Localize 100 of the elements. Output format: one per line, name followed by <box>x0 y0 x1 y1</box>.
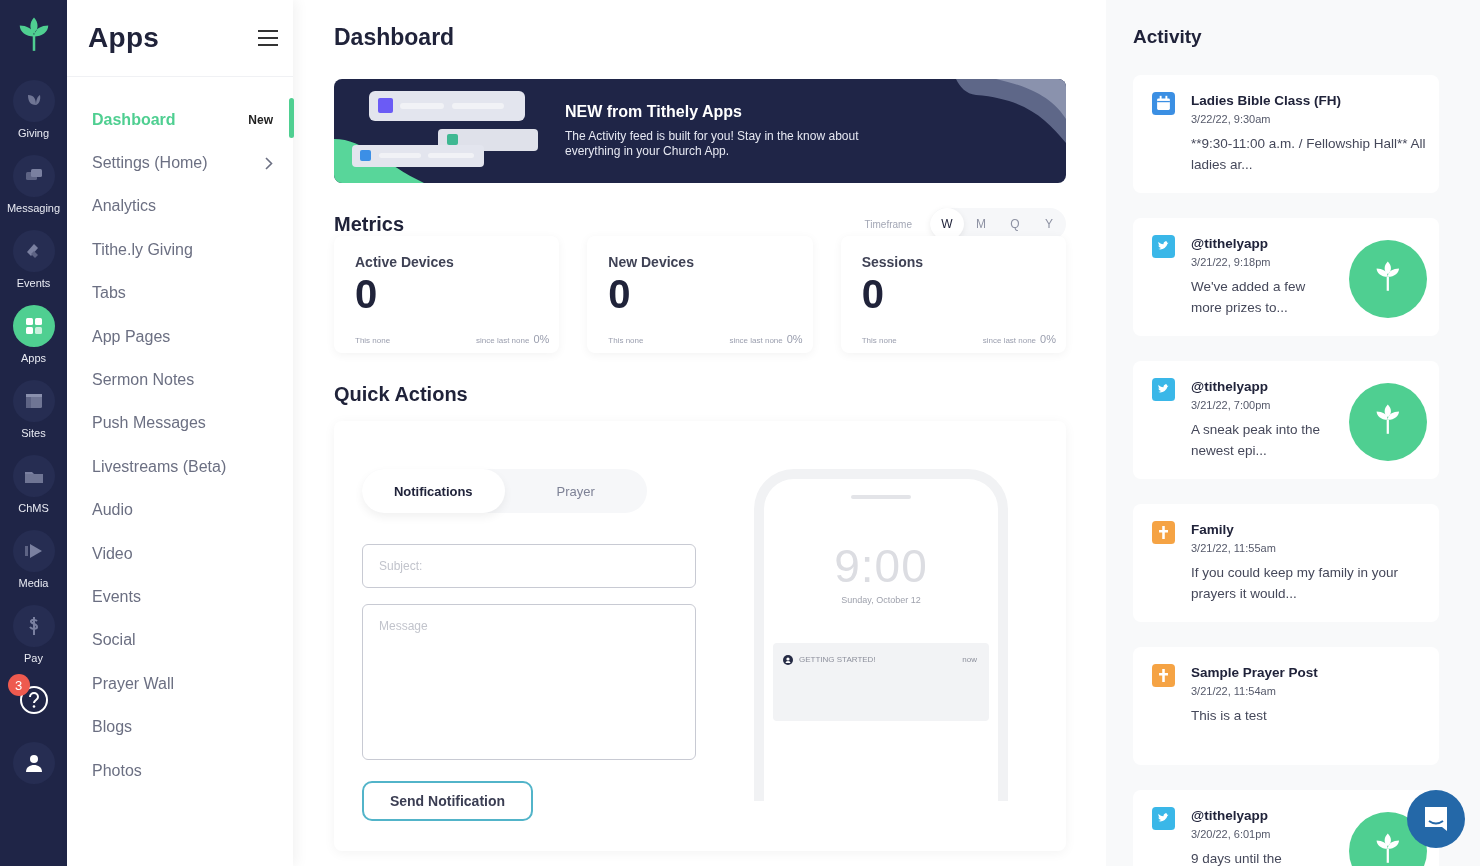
activity-card[interactable]: @tithelyapp 3/21/22, 7:00pm A sneak peak into the newest epi... <box>1133 361 1439 479</box>
period-tab[interactable]: Y <box>1032 208 1066 240</box>
rail-item[interactable]: Messaging <box>0 155 67 214</box>
rail-item[interactable]: Media <box>0 530 67 589</box>
section-title: Metrics <box>334 212 405 236</box>
rail-item[interactable]: Apps <box>0 305 67 364</box>
menu-item[interactable]: Prayer Wall <box>67 662 293 706</box>
notification-badge: 3 <box>7 674 30 696</box>
metric-value: 0 <box>355 272 379 316</box>
leaf-avatar-icon <box>1349 383 1427 461</box>
menu-item-label: Audio <box>92 501 133 520</box>
activity-title: @tithelyapp <box>1191 379 1269 394</box>
activity-text: 9 days until the <box>1191 850 1283 866</box>
activity-title: @tithelyapp <box>1191 808 1269 823</box>
menu-item-label: Blogs <box>92 718 133 737</box>
panel-title: Apps <box>88 22 160 54</box>
activity-date: 3/21/22, 7:00pm <box>1191 399 1272 411</box>
comparison-note: since last none <box>729 336 783 345</box>
activity-text: If you could keep my family in your prayers it would... <box>1191 564 1400 603</box>
menu-item[interactable]: Tabs <box>67 271 293 315</box>
menu-item-label: Push Messages <box>92 414 206 433</box>
rail-item[interactable]: Pay <box>0 605 67 664</box>
tab[interactable]: Prayer <box>504 469 647 513</box>
page-title: Dashboard <box>334 23 456 52</box>
activity-text: This is a test <box>1191 707 1268 725</box>
rail-item[interactable]: Giving <box>0 80 67 139</box>
app-icon <box>783 655 793 665</box>
activity-title: Ladies Bible Class (FH) <box>1191 93 1343 108</box>
activity-card[interactable]: Sample Prayer Post 3/21/22, 11:54am This is a test <box>1133 647 1439 765</box>
metric-label: Sessions <box>861 254 925 270</box>
tab[interactable]: Notifications <box>362 469 505 513</box>
menu-item[interactable]: Dashboard New <box>67 98 293 142</box>
activity-date: 3/22/22, 9:30am <box>1191 113 1272 125</box>
activity-text: A sneak peak into the newest epi... <box>1191 421 1322 460</box>
period-note: This none <box>355 336 391 345</box>
menu-item[interactable]: Analytics <box>67 184 293 229</box>
rail-item[interactable]: ChMS <box>0 455 67 514</box>
menu-item-label: Sermon Notes <box>92 371 195 390</box>
menu-item-label: Livestreams (Beta) <box>92 457 227 476</box>
menu-item[interactable]: Tithe.ly Giving <box>67 228 293 272</box>
activity-date: 3/20/22, 6:01pm <box>1191 828 1272 840</box>
activity-text: **9:30-11:00 a.m. / Fellowship Hall** All ladies ar... <box>1191 135 1427 174</box>
activity-title: @tithelyapp <box>1191 236 1269 251</box>
metric-value: 0 <box>861 272 885 316</box>
metric-label: New Devices <box>608 254 695 270</box>
activity-card[interactable]: Ladies Bible Class (FH) 3/22/22, 9:30am **9:30-11:00 a.m. / Fellowship Hall** All ladies ar... <box>1133 75 1439 193</box>
menu-item-label: Analytics <box>92 197 157 216</box>
help-icon[interactable] <box>26 692 41 708</box>
menu-item[interactable]: Settings (Home) <box>67 141 293 185</box>
period-note: This none <box>861 336 897 345</box>
menu-item[interactable]: Sermon Notes <box>67 358 293 402</box>
user-icon[interactable] <box>23 753 44 773</box>
message-field[interactable]: Message <box>362 604 696 760</box>
rail-item[interactable]: Events <box>0 230 67 289</box>
menu-item-label: Photos <box>92 761 142 780</box>
menu-item[interactable]: Events <box>67 575 293 619</box>
activity-date: 3/21/22, 11:54am <box>1191 685 1277 697</box>
menu-item[interactable]: Livestreams (Beta) <box>67 445 293 489</box>
activity-title: Sample Prayer Post <box>1191 665 1319 680</box>
menu-item-label: Settings (Home) <box>92 154 208 173</box>
change-percent: 0% <box>533 333 550 345</box>
activity-date: 3/21/22, 9:18pm <box>1191 256 1272 268</box>
notification-time: now <box>962 655 977 666</box>
send-notification-button[interactable]: Send Notification <box>362 781 533 821</box>
leaf-avatar-icon <box>1349 240 1427 318</box>
timeframe-label: Timeframe <box>864 218 912 230</box>
menu-item-label: Dashboard <box>92 110 176 129</box>
change-percent: 0% <box>786 333 803 345</box>
activity-card[interactable]: @tithelyapp 3/21/22, 9:18pm We've added a few more prizes to... <box>1133 218 1439 336</box>
menu-item-label: Events <box>92 588 141 606</box>
chat-icon[interactable] <box>1407 790 1465 848</box>
period-tab[interactable]: M <box>964 208 998 240</box>
metric-label: Active Devices <box>355 254 455 270</box>
menu-item-label: Tabs <box>92 284 126 303</box>
subject-field[interactable]: Subject: <box>362 544 696 588</box>
menu-item[interactable]: Blogs <box>67 705 293 749</box>
menu-item[interactable]: Push Messages <box>67 401 293 446</box>
activity-card[interactable]: @tithelyapp 3/20/22, 6:01pm 9 days until the <box>1133 790 1439 866</box>
menu-icon[interactable] <box>257 29 279 47</box>
chevron-icon <box>265 156 273 170</box>
menu-item-label: Social <box>92 631 136 650</box>
activity-text: We've added a few more prizes to... <box>1191 278 1307 317</box>
panel-title: Activity <box>1133 25 1203 49</box>
period-tab[interactable]: Q <box>998 208 1032 240</box>
period-note: This none <box>608 336 644 345</box>
banner-text: The Activity feed is built for you! Stay in the know about everything in your Church App. <box>565 129 860 159</box>
metric-value: 0 <box>608 272 632 316</box>
menu-item-label: Tithe.ly Giving <box>92 240 193 259</box>
menu-item[interactable]: App Pages <box>67 314 293 359</box>
activity-card[interactable]: Family 3/21/22, 11:55am If you could keep my family in your prayers it would... <box>1133 504 1439 622</box>
menu-item[interactable]: Video <box>67 531 293 576</box>
rail-item[interactable]: Sites <box>0 380 67 439</box>
menu-item[interactable]: Photos <box>67 748 293 793</box>
menu-item[interactable]: Social <box>67 618 293 663</box>
menu-item-label: Video <box>92 544 133 563</box>
activity-title: Family <box>1191 522 1235 537</box>
section-title: Quick Actions <box>334 383 469 406</box>
menu-item-label: Prayer Wall <box>92 674 175 693</box>
menu-item[interactable]: Audio <box>67 488 293 532</box>
activity-date: 3/21/22, 11:55am <box>1191 542 1277 554</box>
